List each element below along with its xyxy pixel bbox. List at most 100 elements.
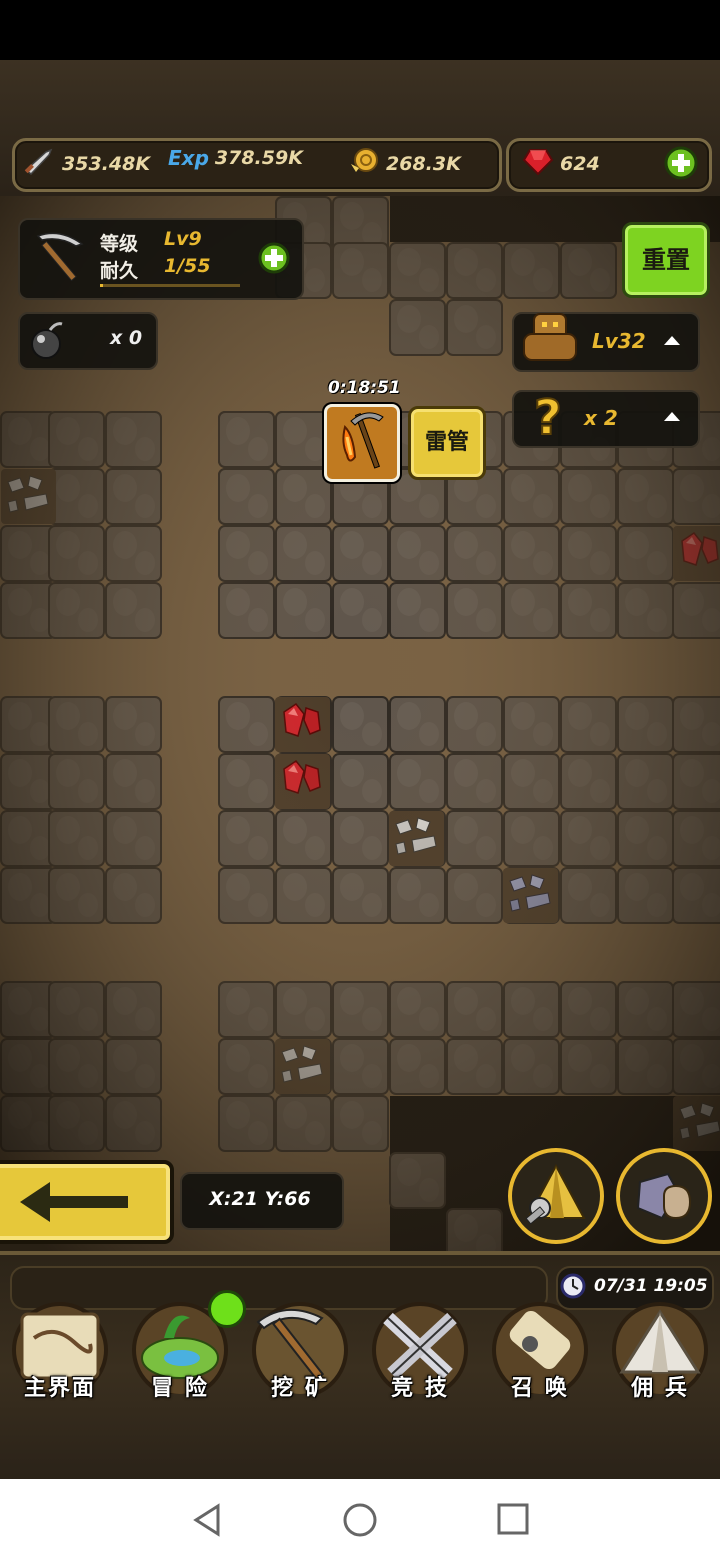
nav-main-button[interactable]: 主界面: [4, 1298, 116, 1408]
stone-block[interactable]: [275, 468, 332, 525]
nav-arena-button[interactable]: 竞 技: [364, 1298, 476, 1408]
stone-block[interactable]: [446, 299, 503, 356]
stone-block[interactable]: [332, 696, 389, 753]
stone-block[interactable]: [0, 867, 57, 924]
ruby-ore-block[interactable]: [672, 525, 720, 582]
nav-mining-button[interactable]: 挖 矿: [244, 1298, 356, 1408]
stone-block[interactable]: [389, 299, 446, 356]
nav-summon-button[interactable]: 召 唤: [484, 1298, 596, 1408]
stone-block[interactable]: [218, 753, 275, 810]
stone-block[interactable]: [389, 867, 446, 924]
stone-block[interactable]: [560, 468, 617, 525]
stone-block[interactable]: [218, 1095, 275, 1152]
stone-block[interactable]: [503, 582, 560, 639]
stone-block[interactable]: [218, 468, 275, 525]
stone-block[interactable]: [218, 411, 275, 468]
stone-block[interactable]: [48, 1038, 105, 1095]
ruby-ore-block[interactable]: [274, 753, 331, 810]
stone-block[interactable]: [48, 981, 105, 1038]
stone-block[interactable]: [332, 1095, 389, 1152]
stone-block[interactable]: [332, 810, 389, 867]
stone-block[interactable]: [0, 1038, 57, 1095]
stone-block[interactable]: [617, 981, 674, 1038]
stone-block[interactable]: [672, 810, 720, 867]
stone-block[interactable]: [389, 696, 446, 753]
stone-block[interactable]: [105, 582, 162, 639]
stone-block[interactable]: [0, 411, 57, 468]
stone-block[interactable]: [275, 582, 332, 639]
stone-block[interactable]: [672, 468, 720, 525]
stone-block[interactable]: [0, 696, 57, 753]
stone-block[interactable]: [446, 981, 503, 1038]
stone-block[interactable]: [672, 753, 720, 810]
stone-block[interactable]: [446, 867, 503, 924]
stone-block[interactable]: [48, 867, 105, 924]
stone-block[interactable]: [560, 242, 617, 299]
stone-block[interactable]: [332, 753, 389, 810]
recents-nav-button[interactable]: [496, 1502, 530, 1540]
stone-block[interactable]: [560, 582, 617, 639]
stone-block[interactable]: [389, 981, 446, 1038]
stone-block[interactable]: [446, 696, 503, 753]
stone-block[interactable]: [446, 810, 503, 867]
stone-block[interactable]: [672, 1038, 720, 1095]
silver-ore-block[interactable]: [388, 810, 445, 867]
iron-ore-block[interactable]: [502, 867, 559, 924]
stone-block[interactable]: [275, 981, 332, 1038]
stone-block[interactable]: [332, 981, 389, 1038]
stone-block[interactable]: [503, 753, 560, 810]
stone-block[interactable]: [446, 1208, 503, 1251]
stone-block[interactable]: [0, 810, 57, 867]
stone-block[interactable]: [218, 981, 275, 1038]
stone-block[interactable]: [48, 468, 105, 525]
stone-block[interactable]: [0, 981, 57, 1038]
stone-block[interactable]: [617, 582, 674, 639]
stone-block[interactable]: [0, 753, 57, 810]
stone-block[interactable]: [446, 1038, 503, 1095]
stone-block[interactable]: [48, 753, 105, 810]
stone-block[interactable]: [48, 810, 105, 867]
loot-bag-button[interactable]: [616, 1148, 712, 1244]
stone-block[interactable]: [389, 525, 446, 582]
stone-block[interactable]: [0, 525, 57, 582]
stone-block[interactable]: [105, 696, 162, 753]
back-button[interactable]: [0, 1160, 174, 1244]
stone-block[interactable]: [218, 696, 275, 753]
stone-block[interactable]: [389, 1038, 446, 1095]
reset-button[interactable]: 重置: [622, 222, 710, 298]
stone-block[interactable]: [105, 753, 162, 810]
nav-mercenary-button[interactable]: 佣 兵: [604, 1298, 716, 1408]
stone-block[interactable]: [105, 411, 162, 468]
stone-block[interactable]: [672, 696, 720, 753]
stone-block[interactable]: [275, 525, 332, 582]
expand-golem-button[interactable]: [662, 332, 682, 351]
stone-block[interactable]: [617, 867, 674, 924]
stone-block[interactable]: [503, 1038, 560, 1095]
stone-block[interactable]: [560, 1038, 617, 1095]
stone-block[interactable]: [617, 1038, 674, 1095]
silver-ore-block[interactable]: [274, 1038, 331, 1095]
back-nav-button[interactable]: [190, 1502, 224, 1542]
stone-block[interactable]: [446, 753, 503, 810]
stone-block[interactable]: [446, 242, 503, 299]
stone-block[interactable]: [617, 753, 674, 810]
stone-block[interactable]: [218, 525, 275, 582]
stone-block[interactable]: [0, 582, 57, 639]
stone-block[interactable]: [105, 867, 162, 924]
camp-settings-button[interactable]: [508, 1148, 604, 1244]
stone-block[interactable]: [332, 242, 389, 299]
stone-block[interactable]: [0, 1095, 57, 1152]
stone-block[interactable]: [503, 981, 560, 1038]
stone-block[interactable]: [503, 242, 560, 299]
stone-block[interactable]: [48, 1095, 105, 1152]
stone-block[interactable]: [218, 810, 275, 867]
add-gems-button[interactable]: [664, 146, 698, 180]
stone-block[interactable]: [672, 582, 720, 639]
stone-block[interactable]: [48, 525, 105, 582]
stone-block[interactable]: [332, 867, 389, 924]
stone-block[interactable]: [503, 810, 560, 867]
stone-block[interactable]: [560, 981, 617, 1038]
stone-block[interactable]: [617, 468, 674, 525]
stone-block[interactable]: [275, 1095, 332, 1152]
stone-block[interactable]: [275, 867, 332, 924]
